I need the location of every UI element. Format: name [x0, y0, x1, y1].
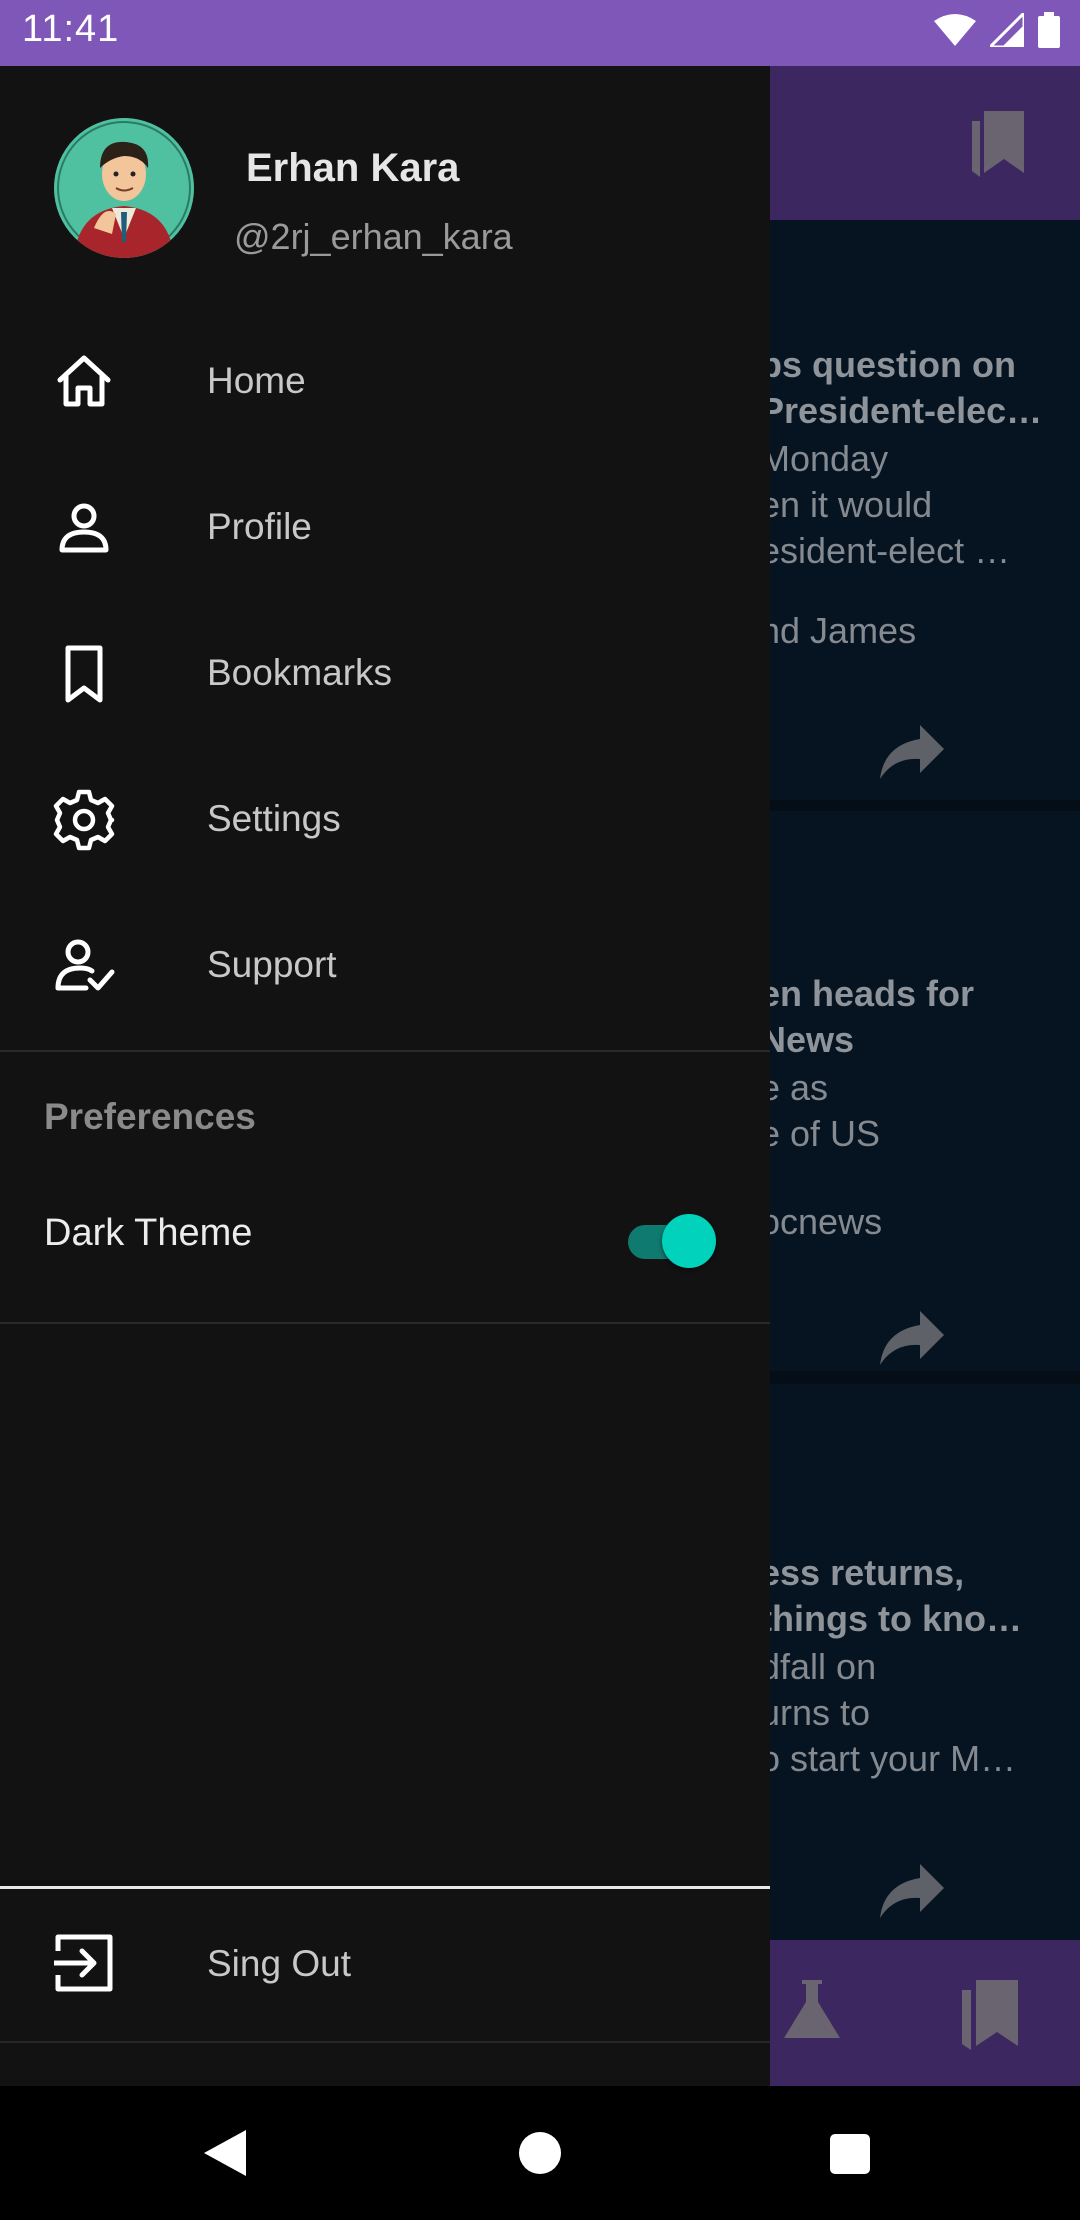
menu-item-label: Profile [207, 506, 312, 547]
share-icon[interactable] [880, 1864, 944, 1918]
avatar-illustration [54, 118, 194, 258]
menu-item-label: Settings [207, 798, 341, 839]
status-time: 11:41 [22, 8, 120, 50]
news-desc-line: urns to [760, 1692, 871, 1733]
wifi-icon [934, 14, 976, 46]
bookmarks-icon[interactable] [958, 1980, 1022, 2050]
share-icon[interactable] [880, 725, 944, 779]
menu-item-bookmarks[interactable]: Bookmarks [0, 604, 770, 744]
flask-icon[interactable] [784, 1980, 840, 2040]
dark-theme-toggle[interactable] [628, 1211, 718, 1268]
news-title-line: ps question on [760, 344, 1016, 385]
news-desc-line: dfall on [760, 1646, 877, 1687]
news-desc-line: esident-elect … [760, 530, 1011, 571]
news-title-line: News [760, 1019, 855, 1060]
menu-item-profile[interactable]: Profile [0, 458, 770, 598]
status-icons [934, 12, 1060, 48]
gear-icon [53, 789, 115, 851]
person-icon [59, 503, 109, 553]
status-bar: 11:41 [0, 0, 1080, 66]
menu-item-label: Support [207, 944, 337, 985]
preferences-header: Preferences [44, 1096, 256, 1137]
person-check-icon [55, 939, 115, 991]
news-desc-line: Monday [760, 438, 889, 479]
avatar[interactable] [54, 118, 194, 258]
home-nav-button[interactable] [519, 2132, 561, 2174]
news-title-line: things to kno… [760, 1598, 1022, 1639]
navigation-drawer: Erhan Kara @2rj_erhan_kara Home Profile … [0, 66, 770, 2086]
news-title-line: President-elec… [760, 390, 1043, 431]
user-handle: @2rj_erhan_kara [234, 216, 513, 257]
menu-item-home[interactable]: Home [0, 312, 770, 452]
menu-item-label: Home [207, 360, 306, 401]
news-title-line: ess returns, [760, 1552, 965, 1593]
news-desc-line: en it would [760, 484, 933, 525]
recents-button[interactable] [830, 2134, 870, 2174]
signout-button[interactable]: Sing Out [0, 1889, 770, 2041]
divider [0, 1050, 770, 1052]
menu-item-settings[interactable]: Settings [0, 750, 770, 890]
home-icon [57, 355, 111, 407]
divider [0, 2041, 770, 2043]
signal-icon [990, 13, 1024, 47]
share-icon[interactable] [880, 1311, 944, 1365]
news-desc-line: o start your M… [760, 1738, 1017, 1779]
toggle-thumb [662, 1214, 716, 1268]
dark-theme-label: Dark Theme [44, 1212, 253, 1254]
back-icon[interactable] [204, 2130, 246, 2176]
menu-item-support[interactable]: Support [0, 896, 770, 1036]
bookmarks-icon [972, 111, 1024, 177]
news-source: nd James [760, 610, 917, 651]
signout-label: Sing Out [207, 1943, 351, 1984]
user-name: Erhan Kara [246, 146, 460, 190]
system-nav-bar [0, 2086, 1080, 2220]
news-title-line: en heads for [760, 973, 975, 1014]
battery-icon [1038, 12, 1060, 48]
divider [0, 1322, 770, 1324]
news-desc-line: e as [760, 1067, 829, 1108]
screen: 11:41 ps question on President-elec… Mon… [0, 0, 1080, 2220]
bookmark-icon [65, 645, 103, 703]
news-desc-line: e of US [760, 1113, 881, 1154]
menu-item-label: Bookmarks [207, 652, 393, 693]
exit-icon [54, 1934, 113, 1992]
news-source: ocnews [760, 1201, 883, 1242]
